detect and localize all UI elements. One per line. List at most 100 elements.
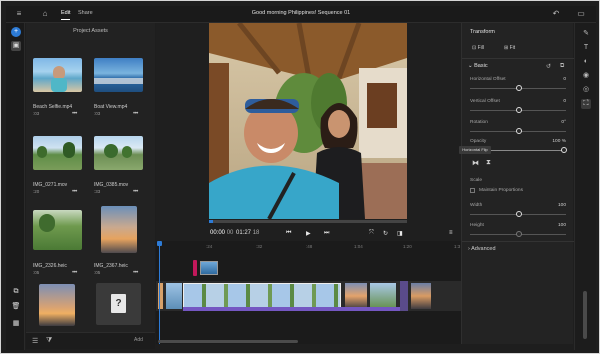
more-options-icon[interactable]: •••: [72, 111, 77, 117]
more-options-icon[interactable]: •••: [72, 189, 77, 195]
reset-icon[interactable]: ↺: [546, 63, 551, 70]
media-library-icon[interactable]: ▣: [11, 41, 21, 51]
v-offset-label: Vertical Offset: [470, 99, 500, 104]
fit-label: Fit: [509, 45, 516, 51]
audio-track[interactable]: [183, 307, 406, 311]
undo-icon[interactable]: ↶: [551, 9, 561, 19]
asset-thumbnail-img-2326[interactable]: [33, 210, 82, 250]
divider: [462, 58, 574, 59]
timeline-panel: :24 :32 :48 1:04 1:20 1:3: [156, 241, 461, 344]
timeline-clip[interactable]: [370, 283, 396, 309]
h-offset-label: Horizontal Offset: [470, 77, 506, 82]
grid-view-icon[interactable]: ▦: [11, 319, 21, 329]
flip-vertical-icon[interactable]: ⧗: [486, 159, 491, 167]
list-view-icon[interactable]: ☰: [32, 337, 38, 345]
asset-thumbnail-img-0385[interactable]: [94, 136, 143, 170]
ruler-tick: 1:3: [454, 244, 461, 249]
h-offset-value[interactable]: 0: [552, 77, 566, 82]
asset-thumbnail-sunset[interactable]: [39, 284, 75, 326]
height-value[interactable]: 100: [548, 223, 566, 228]
asset-duration: :20: [33, 189, 40, 194]
maintain-proportions-checkbox[interactable]: [470, 188, 475, 193]
more-options-icon[interactable]: •••: [72, 270, 77, 276]
timeline-clip[interactable]: [166, 283, 182, 309]
h-offset-knob[interactable]: [516, 85, 522, 91]
speed-icon[interactable]: ◎: [581, 85, 591, 95]
filter-icon[interactable]: ⧩: [46, 337, 52, 345]
aspect-ratio-icon[interactable]: ◨: [397, 230, 403, 237]
video-frame-image: [209, 23, 407, 219]
basic-section-header[interactable]: ⌄ Basic: [468, 63, 488, 69]
asset-duration: :05: [33, 270, 40, 275]
rotation-value[interactable]: 0°: [552, 120, 566, 125]
panel-title: Project Assets: [73, 28, 108, 34]
overlay-clip[interactable]: [200, 261, 218, 275]
viewer-menu-icon[interactable]: ≡: [449, 230, 453, 236]
loop-icon[interactable]: ↻: [383, 230, 388, 237]
adjust-icon[interactable]: ◐: [581, 57, 591, 67]
timeline-scrollbar[interactable]: [158, 340, 298, 343]
app-window: ≡ ⌂ Edit Share Good morning Philippines!…: [0, 0, 600, 354]
play-icon[interactable]: ▶: [306, 230, 311, 237]
asset-thumbnail-boat-view[interactable]: [94, 58, 143, 92]
trash-icon[interactable]: 🗑: [11, 302, 21, 312]
asset-duration: :03: [33, 111, 40, 116]
viewer-scrubber[interactable]: [209, 220, 407, 223]
v-offset-value[interactable]: 0: [552, 99, 566, 104]
video-preview[interactable]: [209, 23, 407, 219]
more-options-icon[interactable]: •••: [133, 111, 138, 117]
marker-clip[interactable]: [193, 260, 197, 276]
step-back-icon[interactable]: ⏮: [286, 230, 291, 237]
advanced-section-header[interactable]: › Advanced: [468, 246, 496, 252]
total-timecode: 01:27 18: [236, 230, 259, 236]
add-media-icon[interactable]: +: [11, 27, 21, 37]
copy-icon[interactable]: ⧉: [560, 63, 564, 70]
width-label: Width: [470, 203, 483, 208]
asset-thumbnail-img-2367[interactable]: [101, 206, 137, 253]
transform-icon[interactable]: ⛶: [581, 99, 591, 109]
width-value[interactable]: 100: [548, 203, 566, 208]
magic-icon[interactable]: ✎: [581, 29, 591, 39]
asset-thumbnail-unknown[interactable]: ?: [96, 283, 141, 325]
opacity-value[interactable]: 100 %: [544, 139, 566, 144]
text-icon[interactable]: T: [581, 43, 591, 53]
duplicate-icon[interactable]: ⧉: [11, 287, 21, 297]
step-forward-icon[interactable]: ⏭: [324, 230, 329, 237]
asset-name: IMG_2367.heic: [94, 263, 128, 269]
asset-duration: :05: [94, 270, 101, 275]
more-options-icon[interactable]: •••: [133, 270, 138, 276]
divider: [462, 241, 574, 242]
rotation-knob[interactable]: [516, 128, 522, 134]
fill-label: Fill: [477, 45, 484, 51]
asset-name: IMG_0271.mov: [33, 182, 68, 188]
fullscreen-icon[interactable]: ⤧: [369, 230, 374, 237]
height-knob[interactable]: [516, 231, 522, 237]
assets-bottom-bar: ☰ ⧩ Add: [26, 332, 155, 349]
transition-block[interactable]: [400, 281, 408, 311]
fit-button[interactable]: ⊞ Fit: [504, 45, 515, 51]
asset-thumbnail-img-0271[interactable]: [33, 136, 82, 170]
chat-icon[interactable]: ▭: [576, 9, 586, 19]
v-offset-knob[interactable]: [516, 107, 522, 113]
timeline-clip[interactable]: [345, 283, 367, 309]
width-knob[interactable]: [516, 211, 522, 217]
current-frames: 00: [226, 230, 234, 236]
asset-thumbnail-beach-selfie[interactable]: [33, 58, 82, 92]
color-icon[interactable]: ◉: [581, 71, 591, 81]
flip-horizontal-icon[interactable]: ⧓: [472, 159, 479, 167]
asset-duration: :33: [94, 189, 101, 194]
timeline-clip-selected[interactable]: [183, 283, 341, 309]
playhead[interactable]: [157, 241, 162, 344]
more-options-icon[interactable]: •••: [133, 189, 138, 195]
opacity-knob[interactable]: [561, 147, 567, 153]
time-ruler[interactable]: :24 :32 :48 1:04 1:20 1:3: [156, 241, 461, 253]
ruler-tick: :32: [256, 244, 263, 249]
total-time: 01:27: [236, 230, 252, 236]
tooltip: Horizontal Flip: [459, 146, 491, 154]
asset-name: IMG_0385.mov: [94, 182, 129, 188]
fill-button[interactable]: ⊡ Fill: [472, 45, 484, 51]
timeline-clip[interactable]: [411, 283, 431, 309]
asset-name: IMG_2326.heic: [33, 263, 67, 269]
add-button[interactable]: Add: [134, 337, 143, 343]
basic-label: Basic: [474, 63, 488, 69]
